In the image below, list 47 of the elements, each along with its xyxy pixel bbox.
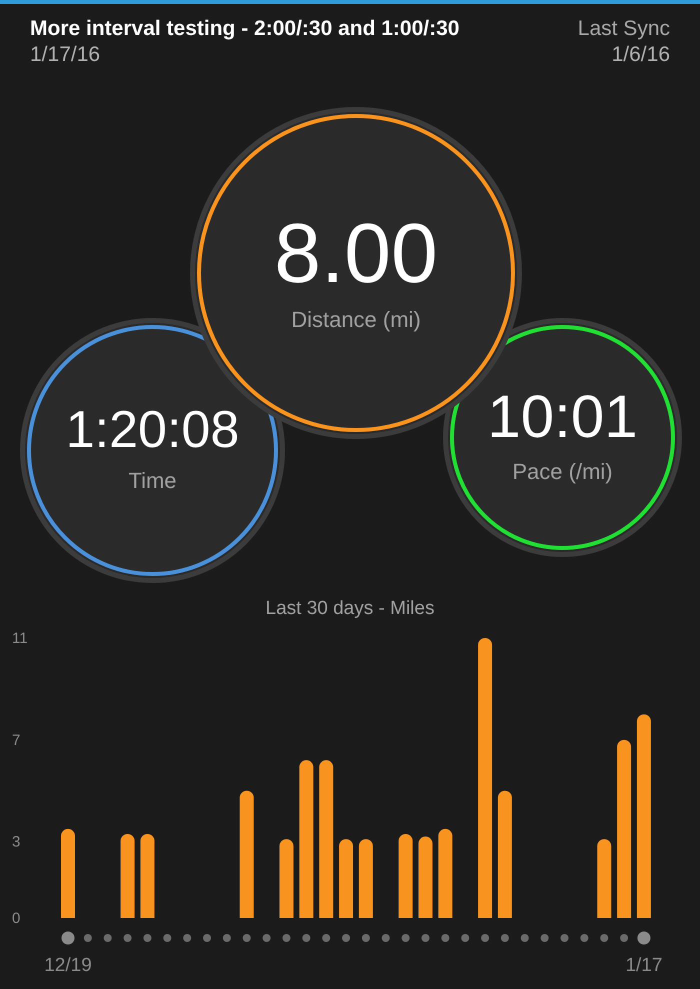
axis-label: 0 — [12, 910, 20, 926]
axis-label: 1/17 — [625, 954, 662, 976]
day-dot — [203, 934, 212, 942]
day-dot — [421, 934, 430, 942]
activity-title: More interval testing - 2:00/:30 and 1:00/:30 — [30, 16, 460, 42]
metric-value: 10:01 — [487, 387, 638, 447]
day-dot — [560, 934, 568, 942]
metric-value: 8.00 — [274, 210, 438, 294]
day-dot — [322, 934, 330, 942]
axis-label: 3 — [12, 833, 20, 850]
day-dot — [104, 934, 112, 942]
day-dot — [637, 931, 650, 944]
day-dot — [262, 934, 271, 942]
metric-value: 1:20:08 — [66, 404, 240, 456]
day-dot — [143, 934, 152, 942]
day-dot — [441, 934, 450, 942]
metric-label: Distance (mi) — [291, 306, 421, 334]
day-dot — [222, 934, 231, 942]
day-dot — [402, 934, 410, 942]
axis-label: 7 — [12, 731, 20, 748]
day-dot — [500, 934, 509, 942]
day-dot — [163, 934, 172, 942]
day-dot — [520, 934, 529, 942]
day-dot — [362, 934, 370, 942]
day-dot — [382, 934, 390, 942]
day-dot — [481, 934, 490, 942]
day-dot — [62, 931, 74, 944]
activity-date: 1/17/16 — [30, 42, 102, 68]
day-dot — [342, 934, 350, 942]
day-dot — [580, 934, 588, 942]
day-dot — [183, 934, 192, 942]
day-dot — [600, 934, 608, 942]
day-dot — [461, 934, 470, 942]
day-dot — [242, 934, 251, 942]
axis-label: 11 — [12, 630, 28, 646]
sync-label: Last Sync — [578, 16, 670, 42]
day-dot — [84, 934, 92, 942]
axis-label: 12/19 — [44, 954, 92, 976]
sync-date: 1/6/16 — [612, 42, 670, 68]
day-dot — [302, 934, 310, 942]
day-dot — [124, 934, 132, 942]
day-dot — [540, 934, 549, 942]
day-dot — [620, 934, 628, 942]
metric-label: Pace (/mi) — [512, 458, 613, 486]
day-dot — [282, 934, 290, 942]
chart-title: Last 30 days - Miles — [266, 597, 434, 621]
metric-label: Time — [128, 467, 177, 495]
